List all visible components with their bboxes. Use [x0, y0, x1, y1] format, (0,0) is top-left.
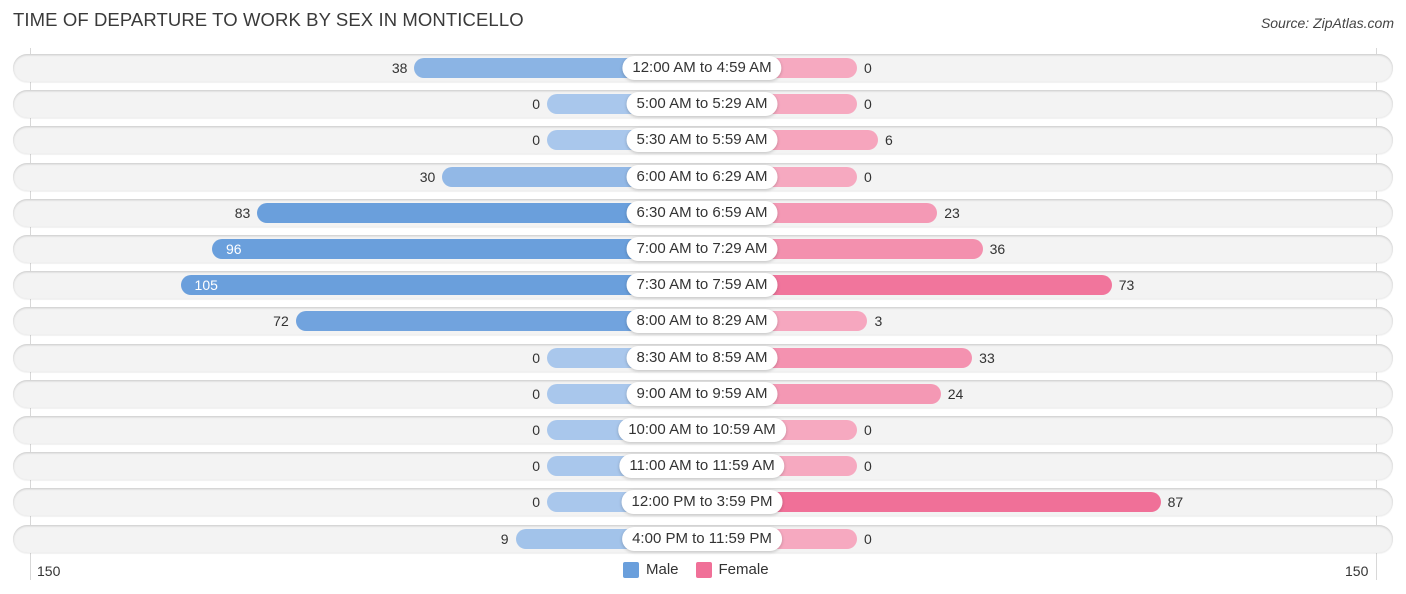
value-label-female: 3	[874, 313, 883, 330]
value-label-male: 105	[194, 277, 218, 294]
value-label-female: 0	[864, 60, 872, 76]
value-label-female: 0	[864, 530, 872, 547]
value-label-female: 87	[1167, 494, 1184, 511]
category-label: 5:30 AM to 5:59 AM	[626, 128, 778, 153]
value-label-male: 30	[419, 168, 436, 185]
value-label-male: 0	[532, 458, 540, 475]
value-label-female: 0	[864, 96, 872, 113]
value-label-female: 0	[864, 168, 872, 185]
category-label: 12:00 AM to 4:59 AM	[622, 56, 782, 80]
value-label-male: 0	[532, 349, 540, 366]
category-label: 8:30 AM to 8:59 AM	[626, 345, 778, 370]
value-label-male: 0	[532, 385, 540, 402]
axis-label-left: 150	[37, 563, 61, 579]
legend-label-female: Female	[718, 561, 769, 578]
category-label: 6:30 AM to 6:59 AM	[626, 200, 778, 225]
value-label-male: 83	[234, 204, 251, 221]
category-label: 8:00 AM to 8:29 AM	[626, 309, 778, 334]
category-label: 4:00 PM to 11:59 PM	[622, 526, 782, 551]
category-label: 9:00 AM to 9:59 AM	[626, 381, 778, 406]
value-label-female: 0	[864, 458, 872, 475]
category-label: 11:00 AM to 11:59 AM	[619, 454, 785, 479]
value-label-male: 96	[225, 241, 242, 257]
bar-male[interactable]	[180, 275, 702, 296]
category-label: 12:00 PM to 3:59 PM	[621, 490, 783, 515]
category-label: 7:30 AM to 7:59 AM	[626, 273, 778, 298]
axis-label-right: 150	[1345, 563, 1369, 579]
category-label: 10:00 AM to 10:59 AM	[618, 418, 786, 442]
legend-swatch-male	[623, 561, 639, 578]
value-label-male: 0	[532, 422, 540, 438]
value-label-female: 23	[944, 204, 960, 221]
value-label-female: 73	[1118, 277, 1135, 294]
value-label-female: 0	[864, 422, 872, 438]
legend-item-female[interactable]: Female	[695, 561, 769, 578]
value-label-female: 33	[979, 349, 995, 366]
value-label-male: 0	[532, 494, 540, 511]
category-label: 6:00 AM to 6:29 AM	[626, 164, 778, 189]
value-label-male: 9	[500, 530, 509, 547]
category-label: 5:00 AM to 5:29 AM	[626, 92, 778, 117]
legend-item-male[interactable]: Male	[623, 561, 679, 578]
value-label-female: 24	[947, 385, 964, 402]
value-label-male: 72	[273, 313, 289, 330]
category-label: 7:00 AM to 7:29 AM	[626, 237, 778, 261]
source-label: Source: ZipAtlas.com	[1260, 15, 1394, 31]
chart-title: TIME OF DEPARTURE TO WORK BY SEX IN MONT…	[13, 9, 524, 30]
value-label-male: 0	[532, 96, 540, 113]
value-label-female: 6	[884, 132, 893, 149]
legend-swatch-female	[695, 561, 712, 578]
value-label-female: 36	[989, 241, 1006, 257]
value-label-male: 0	[532, 132, 540, 149]
value-label-male: 38	[391, 60, 408, 76]
legend: Male Female	[623, 561, 786, 578]
legend-label-male: Male	[646, 561, 679, 578]
